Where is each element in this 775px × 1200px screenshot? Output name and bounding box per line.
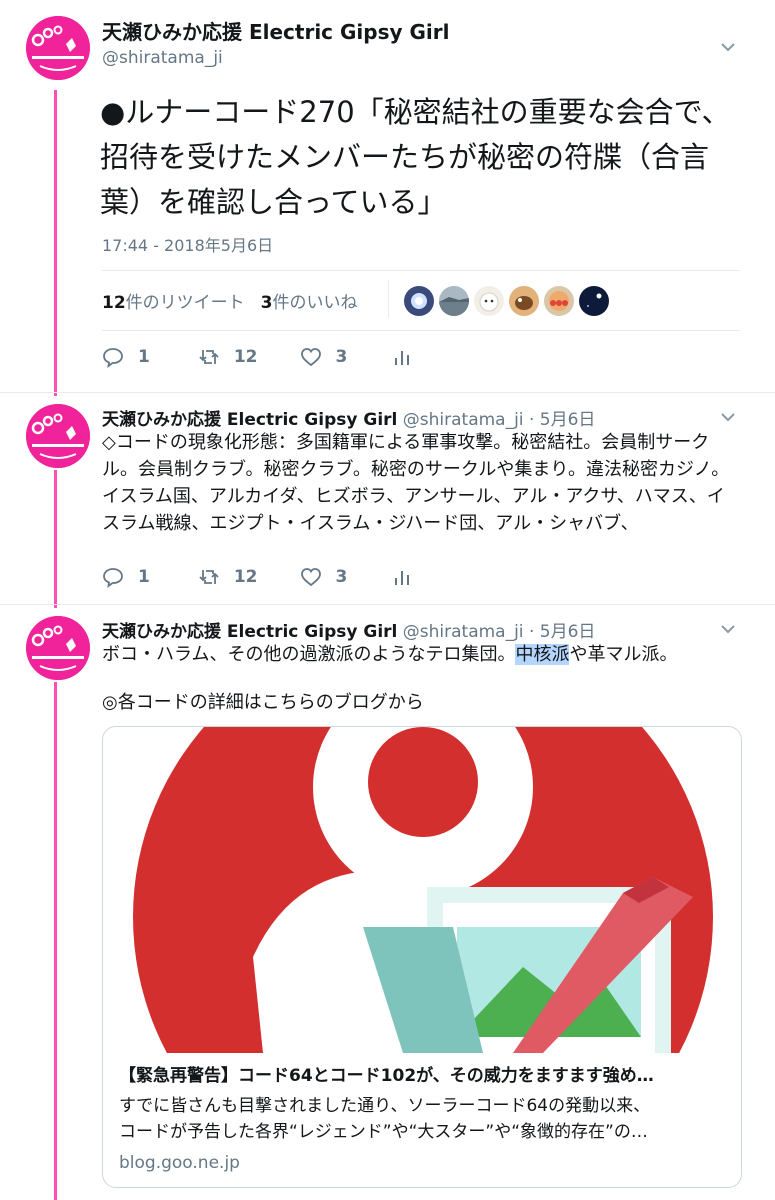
reply-button[interactable]: 1 <box>102 566 150 588</box>
like-stat[interactable]: 3件のいいね <box>261 288 358 313</box>
divider <box>0 604 775 605</box>
tweet-text: ●ルナーコード270「秘密結社の重要な会合で、招待を受けたメンバーたちが秘密の符… <box>100 95 731 219</box>
reply-count: 1 <box>138 347 150 367</box>
chevron-down-icon[interactable] <box>719 38 737 56</box>
user-handle[interactable]: @shiratama_ji <box>403 410 524 430</box>
tweet-text: ボコ・ハラム、その他の過激派のようなテロ集団。中核派や革マル派。 <box>102 644 678 665</box>
divider <box>0 392 775 393</box>
reply-icon <box>103 348 123 368</box>
like-count: 3 <box>335 347 348 367</box>
retweet-button[interactable]: 12 <box>198 346 258 368</box>
like-button[interactable]: 3 <box>300 346 348 368</box>
tweet-date[interactable]: 5月6日 <box>540 410 596 430</box>
card-domain[interactable]: blog.goo.ne.jp <box>119 1153 725 1173</box>
like-count: 3 <box>335 567 348 587</box>
display-name[interactable]: 天瀬ひみか応援 Electric Gipsy Girl <box>102 622 397 642</box>
divider <box>102 330 740 331</box>
tweet-actions: 1 12 3 <box>102 346 413 368</box>
analytics-button[interactable] <box>391 566 413 588</box>
retweet-stat[interactable]: 12件のリツイート <box>102 288 245 313</box>
divider <box>388 280 389 318</box>
chevron-down-icon[interactable] <box>719 408 737 426</box>
retweet-count: 12 <box>233 567 258 587</box>
heart-icon <box>300 348 321 367</box>
tweet-timestamp[interactable]: 17:44 - 2018年5月6日 <box>102 232 273 256</box>
card-image <box>103 727 741 1053</box>
display-name[interactable]: 天瀬ひみか応援 Electric Gipsy Girl <box>102 410 397 430</box>
moon-avatar[interactable] <box>404 286 434 316</box>
card-description: すでに皆さんも目撃されました通り、ソーラーコード64の発動以来、 コードが予告し… <box>119 1096 651 1142</box>
retweet-count: 12 <box>233 347 258 367</box>
retweet-button[interactable]: 12 <box>198 566 258 588</box>
reply-header: 天瀬ひみか応援 Electric Gipsy Girl @shiratama_j… <box>102 622 596 642</box>
dog-avatar[interactable] <box>474 286 504 316</box>
chevron-down-icon[interactable] <box>719 620 737 638</box>
reply-button[interactable]: 1 <box>102 346 150 368</box>
analytics-button[interactable] <box>391 346 413 368</box>
avatar[interactable] <box>26 404 90 468</box>
selected-text: 中核派 <box>515 644 570 665</box>
retweet-icon <box>199 570 219 584</box>
heart-icon <box>300 568 321 587</box>
link-card[interactable]: 【緊急再警告】コード64とコード102が、その威力をますます強め… すでに皆さん… <box>102 726 742 1188</box>
user-handle[interactable]: @shiratama_ji <box>403 622 524 642</box>
anpanman-avatar[interactable] <box>544 286 574 316</box>
reply-count: 1 <box>138 567 150 587</box>
tweet-actions: 1 12 3 <box>102 566 413 588</box>
divider <box>102 270 740 271</box>
card-title[interactable]: 【緊急再警告】コード64とコード102が、その威力をますます強め… <box>119 1063 725 1089</box>
user-handle[interactable]: @shiratama_ji <box>102 48 223 68</box>
likers-list <box>404 286 609 316</box>
thread-line <box>54 470 57 608</box>
tweet-text: ◇コードの現象化形態：多国籍軍による軍事攻撃。秘密結社。会員制サークル。会員制ク… <box>102 432 730 534</box>
tweet-date[interactable]: 5月6日 <box>540 622 596 642</box>
thread-line <box>54 90 57 396</box>
like-button[interactable]: 3 <box>300 566 348 588</box>
avatar[interactable] <box>26 16 90 80</box>
display-name[interactable]: 天瀬ひみか応援 Electric Gipsy Girl <box>102 16 449 45</box>
thread-line <box>54 682 57 1200</box>
analytics-icon <box>395 571 410 585</box>
avatar[interactable] <box>26 616 90 680</box>
reply-header: 天瀬ひみか応援 Electric Gipsy Girl @shiratama_j… <box>102 410 596 430</box>
lake-avatar[interactable] <box>439 286 469 316</box>
tweet-text-line2: ◎各コードの詳細はこちらのブログから <box>102 692 424 713</box>
reply-icon <box>103 568 123 588</box>
analytics-icon <box>395 351 410 365</box>
bird-avatar[interactable] <box>509 286 539 316</box>
night-sky-avatar[interactable] <box>579 286 609 316</box>
retweet-icon <box>199 350 219 364</box>
tweet-stats: 12件のリツイート 3件のいいね <box>102 288 358 313</box>
